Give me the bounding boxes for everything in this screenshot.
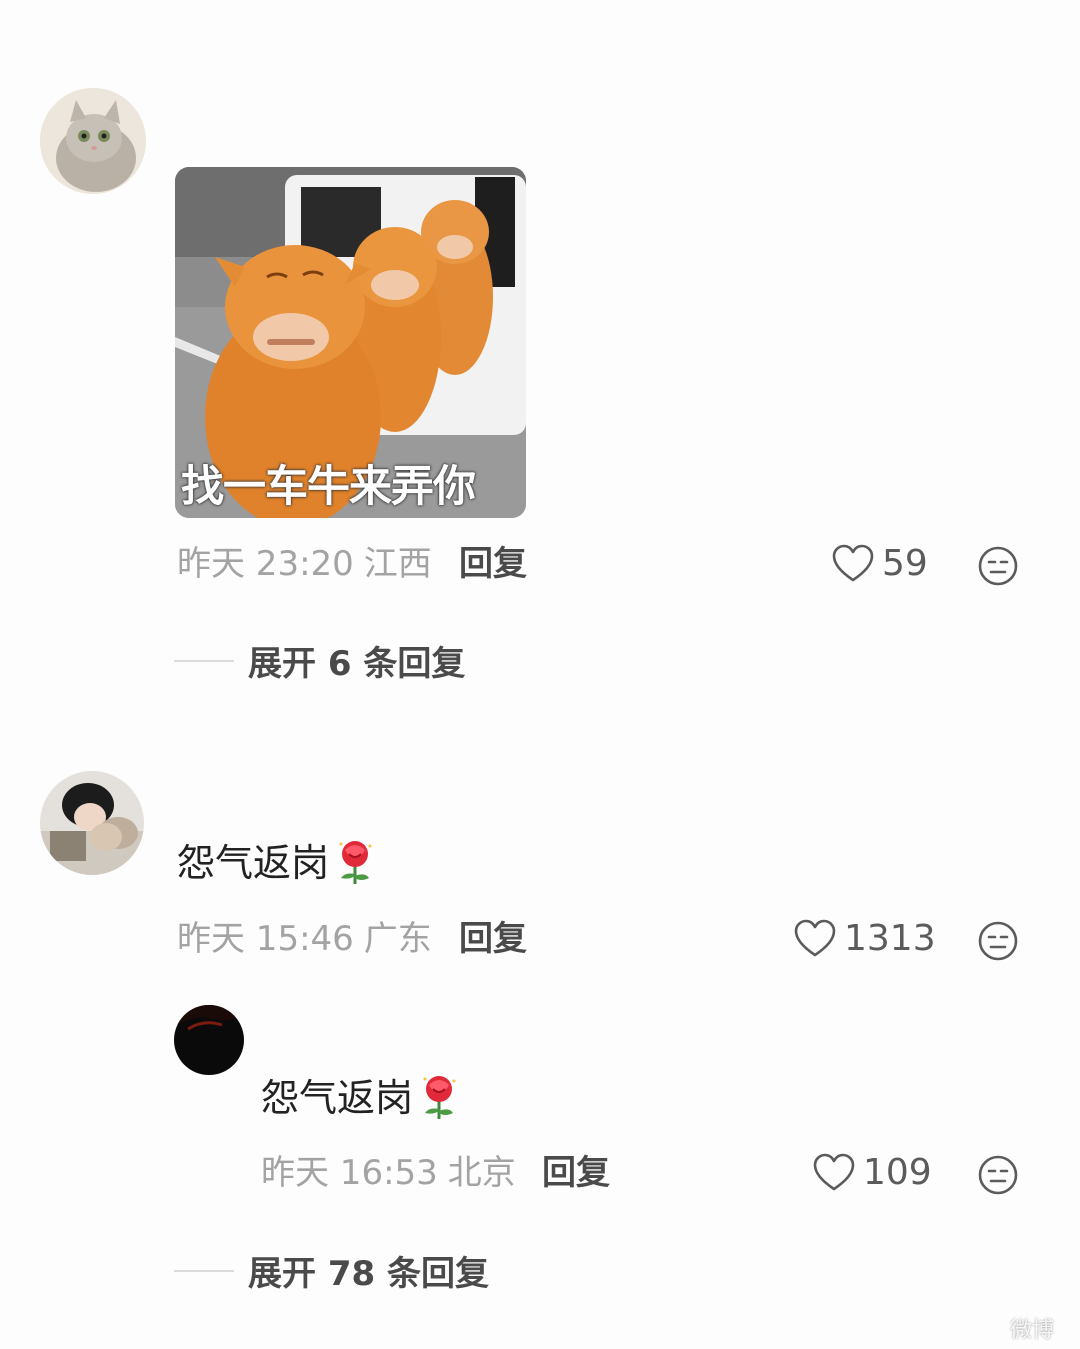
avatar-cat[interactable]	[40, 88, 146, 194]
sub-reply-text: 怨气返岗	[261, 1075, 459, 1121]
comment-location: 广东	[363, 919, 432, 959]
sub-reply-text-content: 怨气返岗	[261, 1076, 414, 1120]
heart-outline-icon	[794, 919, 836, 957]
like-button[interactable]: 1313	[794, 917, 936, 961]
like-count: 109	[863, 1152, 932, 1193]
neutral-face-icon	[978, 1155, 1018, 1195]
comment-time: 昨天 23:20	[177, 544, 354, 584]
like-count: 1313	[844, 918, 936, 959]
sub-reply-meta: 昨天 16:53 北京	[261, 1153, 516, 1193]
comment-text: 怨气返岗	[177, 840, 375, 886]
comment-time: 昨天 15:46	[177, 919, 354, 959]
expand-replies-label: 展开 6 条回复	[248, 644, 466, 684]
heart-outline-icon	[832, 544, 874, 582]
sub-reply-time: 昨天 16:53	[261, 1153, 438, 1193]
sub-reply-button[interactable]: 回复	[542, 1153, 610, 1193]
dislike-button[interactable]	[976, 919, 1020, 963]
heart-outline-icon	[813, 1153, 855, 1191]
like-count: 59	[882, 543, 928, 584]
reply-button[interactable]: 回复	[459, 919, 527, 959]
comment-meta: 昨天 15:46 广东	[177, 919, 432, 959]
avatar-user[interactable]	[40, 771, 144, 875]
comment-text-content: 怨气返岗	[177, 841, 330, 885]
reply-button[interactable]: 回复	[459, 544, 527, 584]
divider-line	[174, 1269, 234, 1272]
dislike-button[interactable]	[976, 1153, 1020, 1197]
like-button[interactable]: 59	[832, 542, 928, 586]
meme-image[interactable]: 找一车牛来弄你	[175, 167, 526, 518]
divider-line	[174, 659, 234, 662]
sub-reply-location: 北京	[447, 1153, 516, 1193]
expand-replies-label: 展开 78 条回复	[248, 1254, 489, 1294]
comment-location: 江西	[363, 544, 432, 584]
rose-emoji-icon	[339, 841, 372, 884]
meme-caption: 找一车牛来弄你	[181, 462, 476, 512]
dislike-button[interactable]	[976, 544, 1020, 588]
like-button[interactable]: 109	[813, 1151, 932, 1195]
rose-emoji-icon	[423, 1076, 456, 1119]
comment-meta: 昨天 23:20 江西	[177, 544, 432, 584]
neutral-face-icon	[978, 546, 1018, 586]
sub-reply-avatar-image	[174, 1005, 244, 1075]
expand-replies[interactable]: 展开 78 条回复	[174, 1246, 489, 1295]
user-avatar-image	[40, 771, 144, 875]
watermark: 微博	[1010, 1318, 1055, 1343]
avatar-sub-reply[interactable]	[174, 1005, 244, 1075]
cat-avatar-image	[40, 88, 146, 194]
expand-replies[interactable]: 展开 6 条回复	[174, 636, 465, 685]
neutral-face-icon	[978, 921, 1018, 961]
